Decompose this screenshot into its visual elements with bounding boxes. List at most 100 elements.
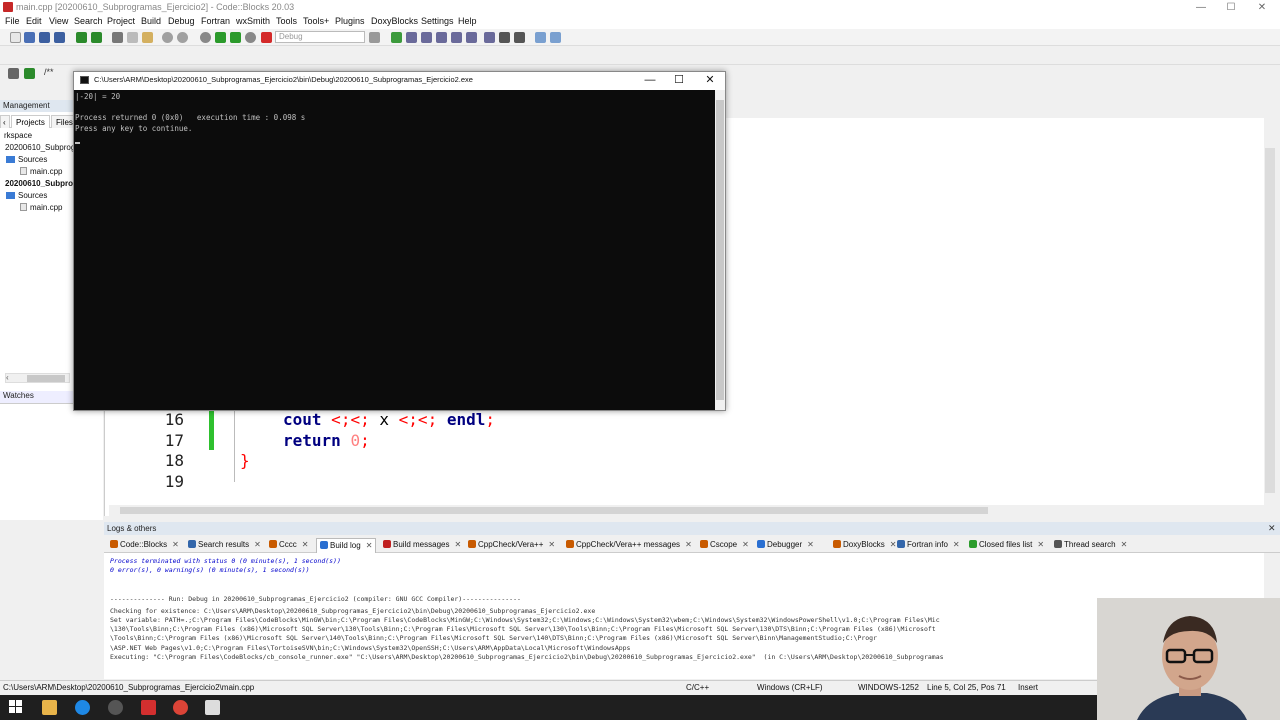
log-tab-cppcheck-vera-messages[interactable]: CppCheck/Vera++ messages ✕ bbox=[566, 540, 692, 549]
menu-doxyblocks[interactable]: DoxyBlocks bbox=[371, 16, 418, 26]
close-tab-icon[interactable]: ✕ bbox=[548, 540, 555, 549]
log-tab-cppcheck-vera-[interactable]: CppCheck/Vera++ ✕ bbox=[468, 540, 555, 549]
step-into-instruction-icon[interactable] bbox=[484, 32, 495, 43]
menu-tools-plus[interactable]: Tools+ bbox=[303, 16, 329, 26]
menu-file[interactable]: File bbox=[5, 16, 20, 26]
tree-main-cpp-2[interactable]: main.cpp bbox=[20, 203, 62, 212]
editor-horizontal-scroll-thumb[interactable] bbox=[120, 507, 988, 514]
close-tab-icon[interactable]: ✕ bbox=[366, 541, 373, 550]
close-tab-icon[interactable]: ✕ bbox=[454, 540, 461, 549]
console-minimize-button[interactable]: — bbox=[637, 73, 663, 87]
tab-scroll-left-icon[interactable]: ‹ bbox=[0, 115, 10, 128]
close-tab-icon[interactable]: ✕ bbox=[172, 540, 179, 549]
menu-settings[interactable]: Settings bbox=[421, 16, 454, 26]
tree-project-1[interactable]: 20200610_Subprogra bbox=[5, 143, 82, 152]
extract-docs-icon[interactable] bbox=[24, 68, 35, 79]
menu-build[interactable]: Build bbox=[141, 16, 161, 26]
log-tab-search-results[interactable]: Search results ✕ bbox=[188, 540, 261, 549]
console-taskbar-icon[interactable] bbox=[205, 700, 220, 715]
close-tab-icon[interactable]: ✕ bbox=[807, 540, 814, 549]
paste-icon[interactable] bbox=[142, 32, 153, 43]
console-close-button[interactable]: ✕ bbox=[697, 73, 723, 87]
start-icon[interactable] bbox=[9, 700, 24, 715]
menu-debug[interactable]: Debug bbox=[168, 16, 195, 26]
scroll-left-arrow-icon[interactable]: ‹ bbox=[6, 373, 9, 382]
doxywizard-icon[interactable] bbox=[8, 68, 19, 79]
open-icon[interactable] bbox=[24, 32, 35, 43]
edge-icon[interactable] bbox=[75, 700, 90, 715]
app-icon[interactable] bbox=[108, 700, 123, 715]
log-tab-code-blocks[interactable]: Code::Blocks ✕ bbox=[110, 540, 179, 549]
minimize-button[interactable]: — bbox=[1186, 0, 1216, 15]
step-out-icon[interactable] bbox=[451, 32, 462, 43]
close-tab-icon[interactable]: ✕ bbox=[953, 540, 960, 549]
block-comment-icon[interactable]: /** bbox=[44, 67, 54, 77]
build-target-select[interactable]: Debug bbox=[275, 31, 365, 43]
debugging-windows-icon[interactable] bbox=[535, 32, 546, 43]
code-line-18[interactable]: } bbox=[240, 451, 250, 470]
console-scroll-thumb[interactable] bbox=[716, 100, 724, 400]
codeblocks-taskbar-icon[interactable] bbox=[141, 700, 156, 715]
log-tab-debugger[interactable]: Debugger ✕ bbox=[757, 540, 814, 549]
stop-debugger-icon[interactable] bbox=[514, 32, 525, 43]
editor-vertical-scroll-thumb[interactable] bbox=[1265, 148, 1275, 493]
close-tab-icon[interactable]: ✕ bbox=[1121, 540, 1128, 549]
debug-continue-icon[interactable] bbox=[391, 32, 402, 43]
close-tab-icon[interactable]: ✕ bbox=[254, 540, 261, 549]
replace-icon[interactable] bbox=[177, 32, 188, 43]
log-tab-doxyblocks[interactable]: DoxyBlocks ✕ bbox=[833, 540, 897, 549]
menu-view[interactable]: View bbox=[49, 16, 68, 26]
tree-main-cpp-1[interactable]: main.cpp bbox=[20, 167, 62, 176]
code-line-16[interactable]: cout <;<; x <;<; endl; bbox=[283, 410, 495, 429]
log-tab-cscope[interactable]: Cscope ✕ bbox=[700, 540, 749, 549]
run-icon[interactable] bbox=[215, 32, 226, 43]
abort-icon[interactable] bbox=[261, 32, 272, 43]
menu-project[interactable]: Project bbox=[107, 16, 135, 26]
run-to-cursor-icon[interactable] bbox=[406, 32, 417, 43]
menu-fortran[interactable]: Fortran bbox=[201, 16, 230, 26]
find-icon[interactable] bbox=[162, 32, 173, 43]
copy-icon[interactable] bbox=[127, 32, 138, 43]
various-info-icon[interactable] bbox=[550, 32, 561, 43]
menu-tools[interactable]: Tools bbox=[276, 16, 297, 26]
tree-sources-1[interactable]: Sources bbox=[6, 155, 47, 164]
log-tab-thread-search[interactable]: Thread search ✕ bbox=[1054, 540, 1127, 549]
console-output[interactable] bbox=[74, 90, 715, 410]
menu-edit[interactable]: Edit bbox=[26, 16, 42, 26]
maximize-button[interactable]: ☐ bbox=[1216, 0, 1246, 15]
tree-workspace[interactable]: rkspace bbox=[4, 131, 32, 140]
step-into-icon[interactable] bbox=[436, 32, 447, 43]
close-button[interactable]: ✕ bbox=[1247, 0, 1277, 15]
close-tab-icon[interactable]: ✕ bbox=[302, 540, 309, 549]
save-icon[interactable] bbox=[39, 32, 50, 43]
log-tab-fortran-info[interactable]: Fortran info ✕ bbox=[897, 540, 960, 549]
tree-project-2-active[interactable]: 20200610_Subprogr bbox=[5, 179, 81, 188]
save-all-icon[interactable] bbox=[54, 32, 65, 43]
next-line-icon[interactable] bbox=[421, 32, 432, 43]
rebuild-icon[interactable] bbox=[245, 32, 256, 43]
menu-wxsmith[interactable]: wxSmith bbox=[236, 16, 270, 26]
menu-help[interactable]: Help bbox=[458, 16, 477, 26]
tab-projects[interactable]: Projects bbox=[11, 115, 50, 128]
redo-icon[interactable] bbox=[91, 32, 102, 43]
management-scroll-thumb[interactable] bbox=[27, 375, 65, 382]
console-maximize-button[interactable]: ☐ bbox=[666, 73, 692, 87]
new-file-icon[interactable] bbox=[10, 32, 21, 43]
code-line-17[interactable]: return 0; bbox=[283, 431, 370, 450]
show-select-target-icon[interactable] bbox=[369, 32, 380, 43]
close-tab-icon[interactable]: ✕ bbox=[742, 540, 749, 549]
logs-close-icon[interactable]: ✕ bbox=[1268, 523, 1276, 534]
log-tab-cccc[interactable]: Cccc ✕ bbox=[269, 540, 308, 549]
build-icon[interactable] bbox=[200, 32, 211, 43]
menu-search[interactable]: Search bbox=[74, 16, 103, 26]
next-instruction-icon[interactable] bbox=[466, 32, 477, 43]
log-tab-closed-files-list[interactable]: Closed files list ✕ bbox=[969, 540, 1044, 549]
close-tab-icon[interactable]: ✕ bbox=[1037, 540, 1044, 549]
build-and-run-icon[interactable] bbox=[230, 32, 241, 43]
file-explorer-icon[interactable] bbox=[42, 700, 57, 715]
log-tab-build-log[interactable]: Build log ✕ bbox=[316, 538, 377, 553]
close-tab-icon[interactable]: ✕ bbox=[890, 540, 897, 549]
log-tab-build-messages[interactable]: Build messages ✕ bbox=[383, 540, 461, 549]
menu-plugins[interactable]: Plugins bbox=[335, 16, 365, 26]
undo-icon[interactable] bbox=[76, 32, 87, 43]
